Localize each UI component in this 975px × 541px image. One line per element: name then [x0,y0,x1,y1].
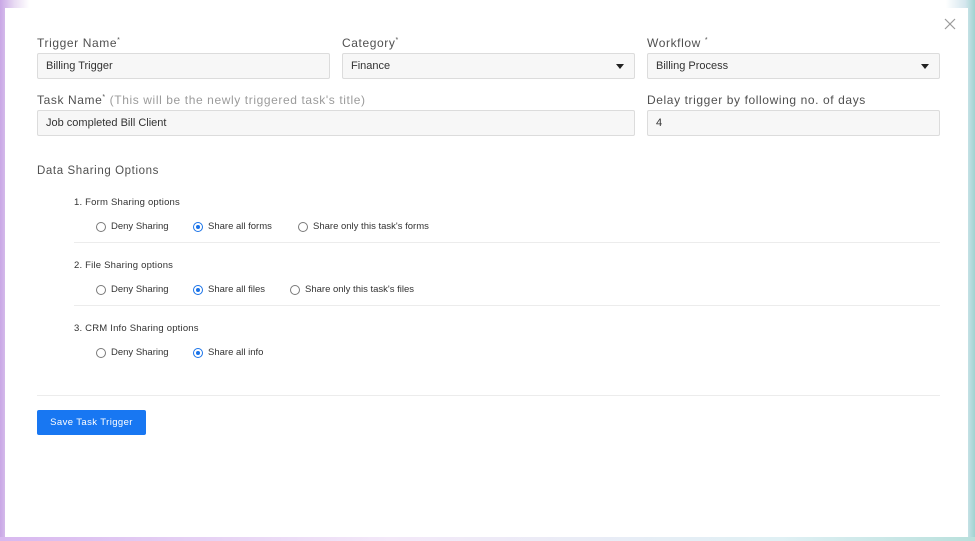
radio-circle [96,284,106,295]
group-divider [74,305,940,306]
window-bottom-edge [0,537,975,541]
form-sharing-title: 1. Form Sharing options [74,197,180,208]
radio-label: Deny Sharing [111,284,169,295]
radio-label: Share all info [208,347,264,358]
file-share-all-radio[interactable]: Share all files [193,284,265,295]
required-mark: * [704,37,709,44]
required-mark: * [117,37,121,44]
file-deny-sharing-radio[interactable]: Deny Sharing [96,284,169,295]
chevron-down-icon [616,64,624,69]
file-sharing-title: 2. File Sharing options [74,260,174,271]
form-share-task-only-radio[interactable]: Share only this task's forms [298,221,429,232]
crm-deny-sharing-radio[interactable]: Deny Sharing [96,347,169,358]
workflow-label-text: Workflow [647,36,705,50]
task-name-input[interactable] [37,110,635,136]
task-name-hint: (This will be the newly triggered task's… [105,93,366,107]
workflow-selected-value: Billing Process [656,60,729,72]
workflow-label: Workflow * [647,36,708,50]
radio-label: Share only this task's forms [313,221,429,232]
radio-circle [96,347,106,358]
close-icon[interactable] [940,14,960,34]
form-share-all-radio[interactable]: Share all forms [193,221,272,232]
radio-circle [96,221,106,232]
radio-label: Share all forms [208,221,272,232]
section-divider [37,395,940,396]
radio-label: Deny Sharing [111,221,169,232]
crm-sharing-title: 3. CRM Info Sharing options [74,323,199,334]
delay-days-input[interactable] [647,110,940,136]
category-select[interactable]: Finance [342,53,635,79]
task-trigger-modal [5,8,968,538]
trigger-name-label-text: Trigger Name [37,36,118,50]
radio-circle-selected [193,221,203,232]
category-selected-value: Finance [351,60,391,72]
radio-circle-selected [193,347,203,358]
form-deny-sharing-radio[interactable]: Deny Sharing [96,221,169,232]
category-label-text: Category [342,36,396,50]
save-task-trigger-button[interactable]: Save Task Trigger [37,410,146,435]
data-sharing-title: Data Sharing Options [37,165,159,177]
file-share-task-only-radio[interactable]: Share only this task's files [290,284,414,295]
radio-label: Deny Sharing [111,347,169,358]
task-name-label: Task Name* (This will be the newly trigg… [37,93,366,107]
crm-share-all-radio[interactable]: Share all info [193,347,263,358]
chevron-down-icon [921,64,929,69]
radio-circle [298,221,308,232]
delay-label: Delay trigger by following no. of days [647,93,866,107]
group-divider [74,242,940,243]
radio-label: Share all files [208,284,266,295]
category-label: Category* [342,36,399,50]
trigger-name-input[interactable] [37,53,330,79]
radio-circle-selected [193,284,203,295]
radio-label: Share only this task's files [305,284,414,295]
radio-circle [290,284,300,295]
trigger-name-label: Trigger Name* [37,36,120,50]
workflow-select[interactable]: Billing Process [647,53,940,79]
task-name-label-text: Task Name [37,93,103,107]
required-mark: * [395,37,399,44]
